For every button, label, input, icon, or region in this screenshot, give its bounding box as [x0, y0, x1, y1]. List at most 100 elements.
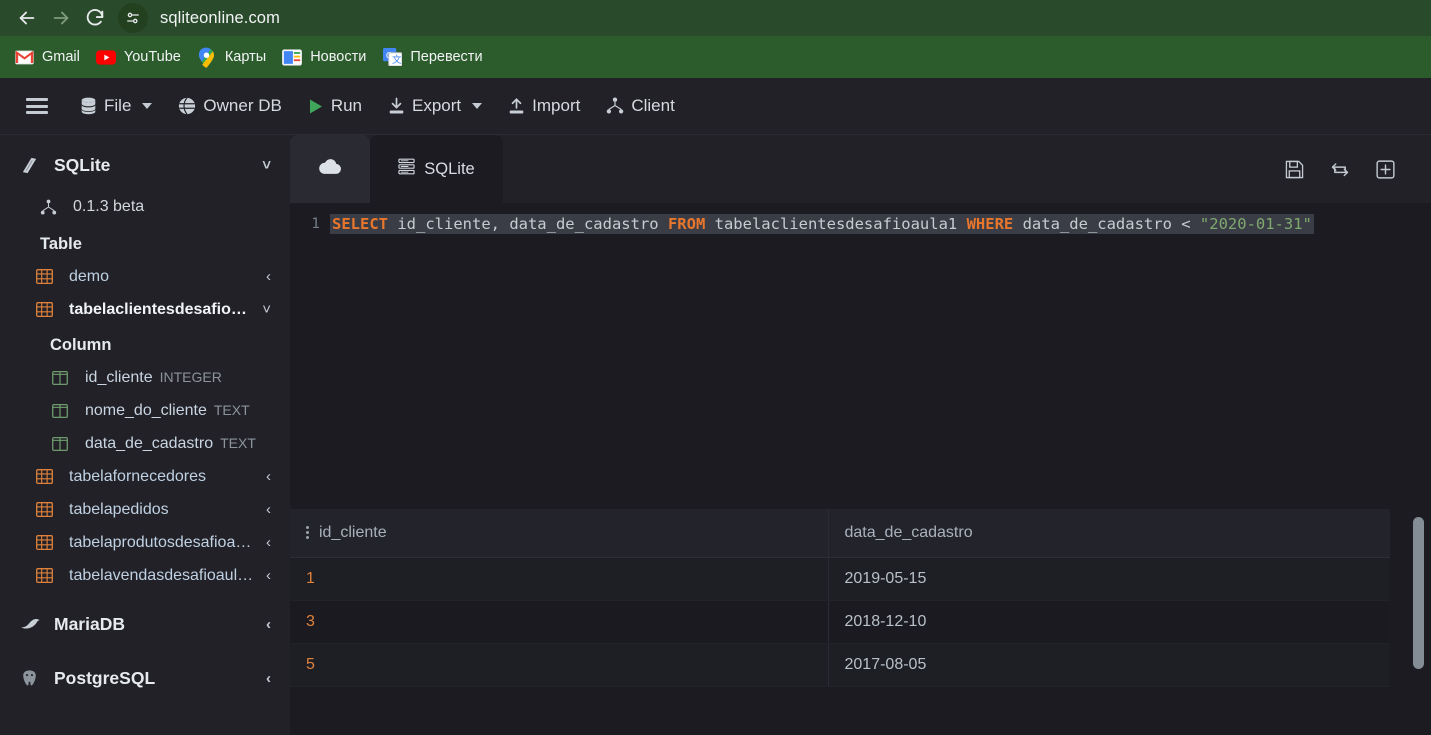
- save-floppy-icon[interactable]: [1285, 160, 1304, 179]
- network-nodes-icon: [40, 199, 62, 216]
- plus-square-icon[interactable]: [1376, 159, 1395, 179]
- toolbar-item-label: Owner DB: [203, 96, 282, 115]
- table-row[interactable]: 5 2017-08-05: [290, 643, 1390, 687]
- sidebar-engine-sqlite[interactable]: SQLite ˅: [0, 143, 289, 187]
- toolbar-export-button[interactable]: Export: [378, 90, 492, 122]
- results-vertical-scrollbar[interactable]: [1413, 517, 1424, 669]
- main-panel: SQLite 1 SELECT id_cliente, data_de_cada…: [290, 135, 1431, 735]
- sidebar-column-data-de-cadastro[interactable]: data_de_cadastro TEXT: [0, 427, 289, 460]
- database-stack-icon: [80, 97, 97, 115]
- sidebar-table-demo[interactable]: demo ‹: [0, 260, 289, 293]
- sidebar-table-tabelafornecedores[interactable]: tabelafornecedores ‹: [0, 460, 289, 493]
- chevron-left-icon[interactable]: ‹: [266, 502, 271, 517]
- back-button[interactable]: [10, 1, 44, 35]
- site-settings-icon[interactable]: [118, 3, 148, 33]
- svg-text:文: 文: [392, 54, 402, 66]
- chevron-down-icon[interactable]: ˅: [262, 158, 271, 173]
- google-translate-icon: G文: [382, 47, 402, 67]
- column-header-data-de-cadastro[interactable]: data_de_cadastro: [828, 509, 1390, 558]
- sql-token: SELECT: [332, 215, 388, 233]
- table-row[interactable]: 1 2019-05-15: [290, 557, 1390, 601]
- reload-button[interactable]: [78, 1, 112, 35]
- sidebar-table-label: tabelavendasdesafioaul…: [69, 566, 254, 584]
- address-bar[interactable]: sqliteonline.com: [118, 3, 1421, 33]
- cell-id-cliente: 3: [290, 600, 829, 644]
- editor-tabstrip: SQLite: [290, 135, 1431, 203]
- sidebar-column-name: nome_do_cliente: [85, 401, 207, 419]
- table-icon: [36, 535, 58, 550]
- forward-button[interactable]: [44, 1, 78, 35]
- sidebar-engine-label: SQLite: [54, 154, 111, 175]
- sidebar-engine-postgresql[interactable]: PostgreSQL ‹: [0, 656, 289, 700]
- table-header-row: id_cliente data_de_cadastro: [290, 509, 1390, 558]
- column-icon: [52, 403, 74, 418]
- bookmark-label: Новости: [310, 49, 367, 65]
- sidebar-table-tabelaprodutosdesafioa[interactable]: tabelaprodutosdesafioa… ‹: [0, 526, 289, 559]
- chevron-left-icon[interactable]: ‹: [266, 535, 271, 550]
- chevron-left-icon[interactable]: ‹: [266, 269, 271, 284]
- code-line: 1 SELECT id_cliente, data_de_cadastro FR…: [290, 213, 1431, 235]
- table-icon: [36, 469, 58, 484]
- column-icon: [52, 370, 74, 385]
- chevron-down-icon[interactable]: ˅: [262, 302, 271, 317]
- line-number: 1: [311, 216, 320, 232]
- mariadb-icon: [20, 617, 42, 632]
- toolbar-import-button[interactable]: Import: [498, 90, 590, 122]
- bookmark-news[interactable]: Новости: [278, 43, 378, 71]
- editor-actions: [503, 135, 1431, 203]
- column-header-id-cliente[interactable]: id_cliente: [290, 509, 829, 558]
- tab-label: SQLite: [424, 159, 475, 178]
- toolbar-client-button[interactable]: Client: [596, 90, 684, 122]
- results-table: id_cliente data_de_cadastro 1 2019-05-15…: [290, 509, 1390, 687]
- tab-sqlite[interactable]: SQLite: [370, 135, 503, 203]
- database-server-icon: [398, 158, 415, 180]
- sidebar-engine-label: PostgreSQL: [54, 667, 156, 688]
- sidebar-column-type: TEXT: [220, 434, 256, 451]
- toolbar-item-label: Run: [330, 96, 363, 115]
- table-icon: [36, 568, 58, 583]
- sidebar-table-section-header: Table: [40, 235, 82, 253]
- cell-data-de-cadastro: 2017-08-05: [828, 643, 1390, 687]
- cell-data-de-cadastro: 2018-12-10: [828, 600, 1390, 644]
- sql-query-text[interactable]: SELECT id_cliente, data_de_cadastro FROM…: [330, 214, 1314, 234]
- download-icon: [388, 97, 405, 115]
- sidebar-table-label: demo: [69, 267, 110, 285]
- sidebar-column-nome-do-cliente[interactable]: nome_do_cliente TEXT: [0, 394, 289, 427]
- sidebar: SQLite ˅ 0.1.3 beta Table demo ‹ tabelac…: [0, 135, 290, 735]
- sidebar-column-id-cliente[interactable]: id_cliente INTEGER: [0, 361, 289, 394]
- bookmark-youtube[interactable]: YouTube: [92, 43, 193, 71]
- column-drag-handle-icon[interactable]: [306, 526, 309, 540]
- sql-editor[interactable]: 1 SELECT id_cliente, data_de_cadastro FR…: [290, 203, 1431, 508]
- youtube-icon: [95, 47, 116, 67]
- chevron-left-icon[interactable]: ‹: [266, 617, 271, 632]
- sql-token: id_cliente, data_de_cadastro: [388, 215, 668, 233]
- play-icon: [308, 98, 324, 115]
- sql-token: FROM: [667, 215, 706, 233]
- chevron-left-icon[interactable]: ‹: [266, 568, 271, 583]
- bookmark-gmail[interactable]: Gmail: [10, 43, 92, 71]
- table-row[interactable]: 3 2018-12-10: [290, 600, 1390, 644]
- toolbar-owner-db-button[interactable]: Owner DB: [168, 90, 291, 122]
- toolbar-item-label: Import: [532, 96, 581, 115]
- sync-arrows-icon[interactable]: [1330, 160, 1350, 179]
- sidebar-version: 0.1.3 beta: [0, 187, 289, 227]
- sidebar-table-tabelavendasdesafioaul[interactable]: tabelavendasdesafioaul… ‹: [0, 559, 289, 592]
- bookmark-translate[interactable]: G文 Перевести: [378, 43, 494, 71]
- chevron-left-icon[interactable]: ‹: [266, 469, 271, 484]
- sidebar-version-label: 0.1.3 beta: [73, 198, 145, 215]
- sidebar-engine-mariadb[interactable]: MariaDB ‹: [0, 602, 289, 646]
- sidebar-table-tabelaclientesdesafio[interactable]: tabelaclientesdesafio… ˅: [0, 293, 289, 326]
- chevron-left-icon[interactable]: ‹: [266, 671, 271, 686]
- sidebar-table-tabelapedidos[interactable]: tabelapedidos ‹: [0, 493, 289, 526]
- hamburger-menu-icon[interactable]: [26, 98, 48, 114]
- bookmark-maps[interactable]: Карты: [193, 43, 278, 71]
- app-body: SQLite ˅ 0.1.3 beta Table demo ‹ tabelac…: [0, 135, 1431, 735]
- tab-cloud[interactable]: [290, 135, 370, 203]
- toolbar-run-button[interactable]: Run: [298, 90, 372, 122]
- sidebar-table-label: tabelaclientesdesafio…: [69, 300, 247, 318]
- toolbar-file-button[interactable]: File: [70, 90, 162, 122]
- cloud-icon: [318, 158, 342, 180]
- chevron-down-icon: [142, 103, 153, 109]
- toolbar-item-label: File: [104, 96, 132, 115]
